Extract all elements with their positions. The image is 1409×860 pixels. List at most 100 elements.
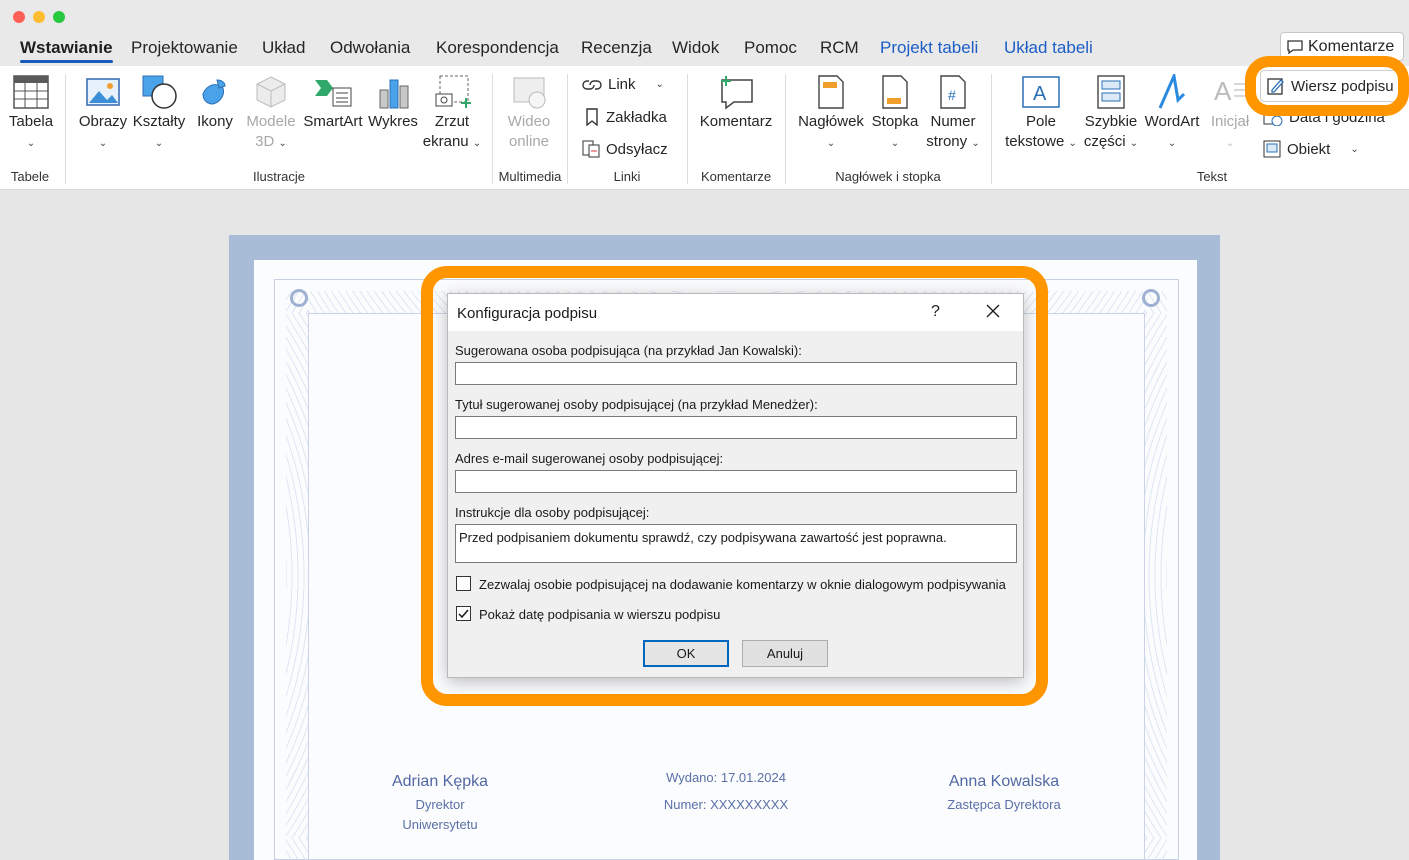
chevron-down-icon: ⌄ xyxy=(1167,138,1177,149)
signer-title-input[interactable] xyxy=(455,416,1017,439)
chart-button-label: Wykres xyxy=(368,113,418,130)
svg-text:#: # xyxy=(948,87,956,103)
chevron-down-icon: ⌄ xyxy=(278,138,287,149)
svg-text:A: A xyxy=(1033,83,1047,105)
3d-models-button[interactable]: Modele 3D ⌄ xyxy=(243,74,299,154)
quick-parts-label-1: Szybkie xyxy=(1084,113,1138,130)
allow-comments-checkbox[interactable] xyxy=(456,576,471,591)
tab-projektowanie[interactable]: Projektowanie xyxy=(131,38,238,58)
tab-uklad[interactable]: Układ xyxy=(262,38,305,58)
certificate-number: Numer: XXXXXXXXX xyxy=(663,797,789,812)
page-number-button[interactable]: # Numer strony ⌄ xyxy=(924,74,982,154)
cancel-button[interactable]: Anuluj xyxy=(742,640,828,667)
ribbon-separator xyxy=(687,74,688,184)
page-number-label-2: strony xyxy=(926,133,968,150)
window-titlebar xyxy=(0,0,1409,34)
chevron-down-icon: ⌄ xyxy=(472,138,482,149)
ribbon-separator xyxy=(65,74,66,184)
show-date-checkbox[interactable] xyxy=(456,606,471,621)
help-button[interactable]: ? xyxy=(931,303,940,321)
screenshot-icon xyxy=(435,75,471,108)
chevron-down-icon: ⌄ xyxy=(655,79,664,90)
group-label-tekst: Tekst xyxy=(1196,169,1228,184)
minimize-window-button[interactable] xyxy=(33,11,45,23)
text-box-label-2: tekstowe xyxy=(1005,133,1065,150)
bird-icon xyxy=(202,79,226,105)
new-comment-icon xyxy=(721,76,753,110)
object-button[interactable]: Obiekt ⌄ xyxy=(1263,140,1359,158)
tab-uklad-tabeli[interactable]: Układ tabeli xyxy=(1004,38,1093,58)
close-icon[interactable] xyxy=(986,304,1000,318)
wordart-button[interactable]: WordArt ⌄ xyxy=(1142,74,1202,154)
header-button[interactable]: Nagłówek ⌄ xyxy=(795,74,867,154)
corner-ornament-icon xyxy=(1142,289,1160,307)
smartart-button[interactable]: SmartArt xyxy=(302,74,364,132)
ribbon-tabs: Wstawianie Projektowanie Układ Odwołania… xyxy=(0,34,1409,66)
instructions-textarea[interactable]: Przed podpisaniem dokumentu sprawdź, czy… xyxy=(455,524,1017,563)
zoom-window-button[interactable] xyxy=(53,11,65,23)
object-button-label: Obiekt xyxy=(1287,140,1331,158)
tab-pomoc[interactable]: Pomoc xyxy=(744,38,797,58)
ribbon-separator xyxy=(492,74,493,184)
table-button[interactable]: Tabela ⌄ xyxy=(6,74,56,154)
right-signer-name: Anna Kowalska xyxy=(948,773,1060,790)
bookmark-button-label: Zakładka xyxy=(606,108,667,126)
icons-button[interactable]: Ikony xyxy=(193,74,237,132)
show-date-label: Pokaż datę podpisania w wierszu podpisu xyxy=(479,607,721,622)
tab-wstawianie[interactable]: Wstawianie xyxy=(20,38,113,63)
corner-ornament-icon xyxy=(290,289,308,307)
new-comment-button[interactable]: Komentarz xyxy=(697,74,775,132)
tab-korespondencja[interactable]: Korespondencja xyxy=(436,38,559,58)
ok-button[interactable]: OK xyxy=(643,640,729,667)
quick-parts-button[interactable]: Szybkie części ⌄ xyxy=(1082,74,1140,154)
group-label-linki: Linki xyxy=(613,169,641,184)
svg-text:A: A xyxy=(1214,76,1232,106)
left-signer-role-2: Uniwersytetu xyxy=(402,817,478,832)
suggested-signer-input[interactable] xyxy=(455,362,1017,385)
bookmark-button[interactable]: Zakładka xyxy=(584,108,667,126)
signature-setup-dialog: Konfiguracja podpisu ? Sugerowana osoba … xyxy=(447,293,1024,678)
link-button[interactable]: Link ⌄ xyxy=(582,76,664,93)
signer-title-label: Tytuł sugerowanej osoby podpisującej (na… xyxy=(455,397,818,412)
quick-parts-icon xyxy=(1097,75,1125,109)
shapes-button-label: Kształty xyxy=(132,113,186,130)
right-signer-role: Zastępca Dyrektora xyxy=(947,797,1061,812)
dialog-title: Konfiguracja podpisu xyxy=(457,305,598,322)
video-icon xyxy=(513,77,546,109)
cross-reference-button[interactable]: Odsyłacz xyxy=(582,140,668,158)
online-video-button[interactable]: Wideo online xyxy=(500,74,558,152)
chevron-down-icon: ⌄ xyxy=(1350,143,1359,155)
screenshot-button[interactable]: Zrzut ekranu ⌄ xyxy=(422,74,482,154)
screenshot-label-1: Zrzut xyxy=(434,113,470,130)
left-signer-role: Dyrektor xyxy=(415,797,465,812)
wordart-label: WordArt xyxy=(1144,113,1200,130)
tab-projekt-tabeli[interactable]: Projekt tabeli xyxy=(880,38,978,58)
quick-parts-label-2: części xyxy=(1083,133,1126,150)
tab-recenzja[interactable]: Recenzja xyxy=(581,38,652,58)
footer-button[interactable]: Stopka ⌄ xyxy=(868,74,922,154)
tab-odwolania[interactable]: Odwołania xyxy=(330,38,410,58)
allow-comments-label: Zezwalaj osobie podpisującej na dodawani… xyxy=(479,577,1006,592)
object-icon xyxy=(1263,140,1281,158)
tab-rcm[interactable]: RCM xyxy=(820,38,859,58)
group-label-komentarze: Komentarze xyxy=(700,169,772,184)
pictures-button[interactable]: Obrazy ⌄ xyxy=(78,74,128,154)
shapes-button[interactable]: Kształty ⌄ xyxy=(131,74,187,154)
chevron-down-icon: ⌄ xyxy=(1068,138,1077,149)
drop-cap-icon: A xyxy=(1214,76,1246,106)
signer-email-label: Adres e-mail sugerowanej osoby podpisują… xyxy=(455,451,724,466)
chevron-down-icon: ⌄ xyxy=(890,138,900,149)
footer-button-label: Stopka xyxy=(871,113,919,130)
chart-button[interactable]: Wykres xyxy=(367,74,419,132)
header-icon xyxy=(818,75,844,109)
ribbon-separator xyxy=(991,74,992,184)
chart-icon xyxy=(379,79,409,109)
online-video-label-1: Wideo xyxy=(507,113,551,130)
close-window-button[interactable] xyxy=(13,11,25,23)
page-number-label-1: Numer xyxy=(930,113,976,130)
tab-widok[interactable]: Widok xyxy=(672,38,719,58)
text-box-button[interactable]: A Pole tekstowe ⌄ xyxy=(1002,74,1080,154)
signer-email-input[interactable] xyxy=(455,470,1017,493)
3d-models-label-2: 3D xyxy=(255,133,275,150)
wordart-icon xyxy=(1158,74,1186,109)
